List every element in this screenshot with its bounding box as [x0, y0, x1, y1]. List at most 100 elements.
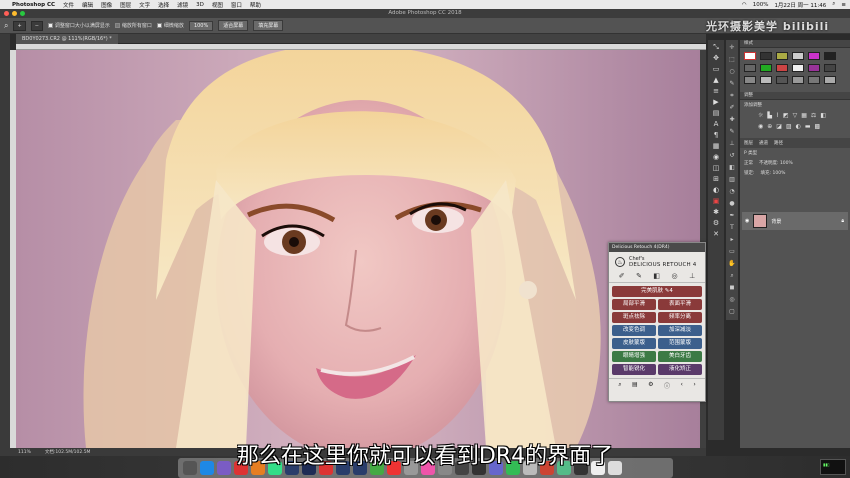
dr4-local-smooth-button[interactable]: 局部平滑 — [612, 299, 656, 310]
marquee-tool-icon[interactable]: ⬚ — [728, 56, 736, 64]
style-swatch[interactable] — [808, 64, 820, 72]
channel-mixer-icon[interactable]: ⊕ — [767, 123, 772, 130]
minimize-window-button[interactable] — [12, 11, 17, 16]
gradient-map-icon[interactable]: ▬ — [805, 123, 811, 130]
levels-icon[interactable]: ▙ — [767, 112, 772, 119]
menu-image[interactable]: 图像 — [101, 1, 112, 9]
style-swatch[interactable] — [792, 52, 804, 60]
dr4-panel-header[interactable]: Delicious Retouch 4(DR4) — [609, 243, 705, 252]
zoom-window-button[interactable] — [20, 11, 25, 16]
brush-tool-icon[interactable]: ✎ — [728, 128, 736, 136]
document-tab[interactable]: BD0Y0273.CR2 @ 111%(RGB/16*) * — [16, 34, 118, 44]
dr4-whiten-teeth-button[interactable]: 美白牙齿 — [658, 351, 702, 362]
blend-mode-select[interactable]: 正常 — [744, 160, 753, 166]
dr4-smart-sharpen-button[interactable]: 智能锐化 — [612, 364, 656, 375]
dr4-pipette-icon[interactable]: ✐ — [619, 272, 625, 280]
dr4-change-tone-button[interactable]: 改变色调 — [612, 325, 656, 336]
tool-icon-15[interactable]: ▣ — [712, 197, 721, 205]
tool-icon-5[interactable]: ≡ — [712, 87, 721, 95]
visibility-eye-icon[interactable]: ◉ — [745, 218, 749, 224]
dr4-range-mask-button[interactable]: 范围蒙版 — [658, 338, 702, 349]
type-tool-icon[interactable]: T — [728, 224, 736, 232]
crop-tool-icon[interactable]: ⌗ — [728, 92, 736, 100]
eyedropper-icon[interactable]: ✐ — [728, 104, 736, 112]
menu-layer[interactable]: 图层 — [120, 1, 131, 9]
menu-type[interactable]: 文字 — [139, 1, 150, 9]
style-swatch[interactable] — [744, 76, 756, 84]
dr4-toggle-icon[interactable]: ✕ — [712, 230, 721, 238]
dr4-liquify-button[interactable]: 液化矫正 — [658, 364, 702, 375]
layer-name[interactable]: 背景 — [771, 218, 781, 225]
style-swatch[interactable] — [760, 76, 772, 84]
dr4-skin-mask-button[interactable]: 皮肤蒙版 — [612, 338, 656, 349]
foreground-color-icon[interactable]: ◼ — [728, 284, 736, 292]
zoom-tool-icon[interactable]: ⌕ — [4, 21, 8, 31]
layer-kind-filter[interactable]: P 类型 — [744, 150, 757, 156]
fill-field[interactable]: 填充: 100% — [761, 170, 786, 176]
search-icon[interactable]: ⌕ — [832, 1, 835, 8]
fit-screen-button[interactable]: 适合屏幕 — [218, 20, 249, 31]
style-swatch[interactable] — [760, 52, 772, 60]
dr4-search-icon[interactable]: ⌕ — [618, 381, 621, 390]
dr4-stamp-icon[interactable]: ⊥ — [689, 272, 695, 280]
move-tool-icon[interactable]: ✛ — [728, 44, 736, 52]
dr4-surface-smooth-button[interactable]: 表面平滑 — [658, 299, 702, 310]
color-balance-icon[interactable]: ⚖ — [811, 112, 816, 119]
healing-brush-icon[interactable]: ✚ — [728, 116, 736, 124]
shape-tool-icon[interactable]: ▭ — [728, 248, 736, 256]
lasso-tool-icon[interactable]: ○ — [728, 68, 736, 76]
app-menu[interactable]: Photoshop CC — [12, 2, 55, 8]
style-swatch[interactable] — [760, 64, 772, 72]
dr4-dodge-burn-button[interactable]: 加深减淡 — [658, 325, 702, 336]
tool-icon-12[interactable]: ◫ — [712, 164, 721, 172]
selective-color-icon[interactable]: ▩ — [815, 123, 821, 130]
menu-file[interactable]: 文件 — [63, 1, 74, 9]
zoom-all-checkbox[interactable]: 缩放所有窗口 — [114, 22, 152, 29]
posterize-icon[interactable]: ▨ — [786, 123, 792, 130]
history-brush-icon[interactable]: ↺ — [728, 152, 736, 160]
style-swatch[interactable] — [824, 64, 836, 72]
close-window-button[interactable] — [4, 11, 9, 16]
zoom-in-mode[interactable]: + — [13, 20, 26, 31]
tool-icon-14[interactable]: ◐ — [712, 186, 721, 194]
tab-layers[interactable]: 图层 — [744, 140, 753, 146]
dr4-mask-icon[interactable]: ◎ — [672, 272, 678, 280]
menu-edit[interactable]: 编辑 — [82, 1, 93, 9]
style-swatch[interactable] — [824, 76, 836, 84]
quick-mask-icon[interactable]: ◎ — [728, 296, 736, 304]
zoom-tool-icon-2[interactable]: ⌕ — [728, 272, 736, 280]
style-swatch[interactable] — [792, 64, 804, 72]
pen-tool-icon[interactable]: ✒ — [728, 212, 736, 220]
dr4-spot-removal-button[interactable]: 斑点祛除 — [612, 312, 656, 323]
menu-list-icon[interactable]: ≡ — [841, 2, 846, 8]
tool-icon-9[interactable]: ¶ — [712, 131, 721, 139]
tab-channels[interactable]: 通道 — [759, 140, 768, 146]
curves-icon[interactable]: ⌇ — [776, 112, 779, 119]
invert-icon[interactable]: ◪ — [776, 123, 782, 130]
tool-icon-6[interactable]: ▶ — [712, 98, 721, 106]
battery-label[interactable]: 100% — [753, 2, 769, 8]
dr4-frequency-separation-button[interactable]: 频率分离 — [658, 312, 702, 323]
dr4-back-icon[interactable]: ‹ — [680, 381, 682, 390]
style-swatch[interactable] — [808, 52, 820, 60]
hand-tool-icon[interactable]: ✋ — [728, 260, 736, 268]
style-swatch[interactable] — [776, 52, 788, 60]
dr4-forward-icon[interactable]: › — [693, 381, 695, 390]
tool-icon-1[interactable]: ⤡ — [712, 43, 721, 51]
resize-window-checkbox[interactable]: 调整窗口大小以满屏显示 — [47, 22, 110, 29]
style-swatch[interactable] — [824, 52, 836, 60]
style-swatch[interactable] — [744, 52, 756, 60]
tab-paths[interactable]: 路径 — [774, 140, 783, 146]
adjustments-panel-tab[interactable]: 调整 — [740, 92, 850, 100]
opacity-field[interactable]: 不透明度: 100% — [759, 160, 793, 166]
dr4-eraser-icon[interactable]: ◧ — [653, 272, 660, 280]
dr4-settings-icon[interactable]: ⚙ — [648, 381, 653, 390]
dodge-tool-icon[interactable]: ● — [728, 200, 736, 208]
tool-icon-16[interactable]: ✱ — [712, 208, 721, 216]
tool-icon-4[interactable]: ▲ — [712, 76, 721, 84]
clock[interactable]: 1月22日 周一 11:46 — [774, 1, 826, 9]
screen-mode-icon[interactable]: ▢ — [728, 308, 736, 316]
tool-icon-3[interactable]: ▭ — [712, 65, 721, 73]
tool-icon-2[interactable]: ✥ — [712, 54, 721, 62]
tool-icon-11[interactable]: ◉ — [712, 153, 721, 161]
